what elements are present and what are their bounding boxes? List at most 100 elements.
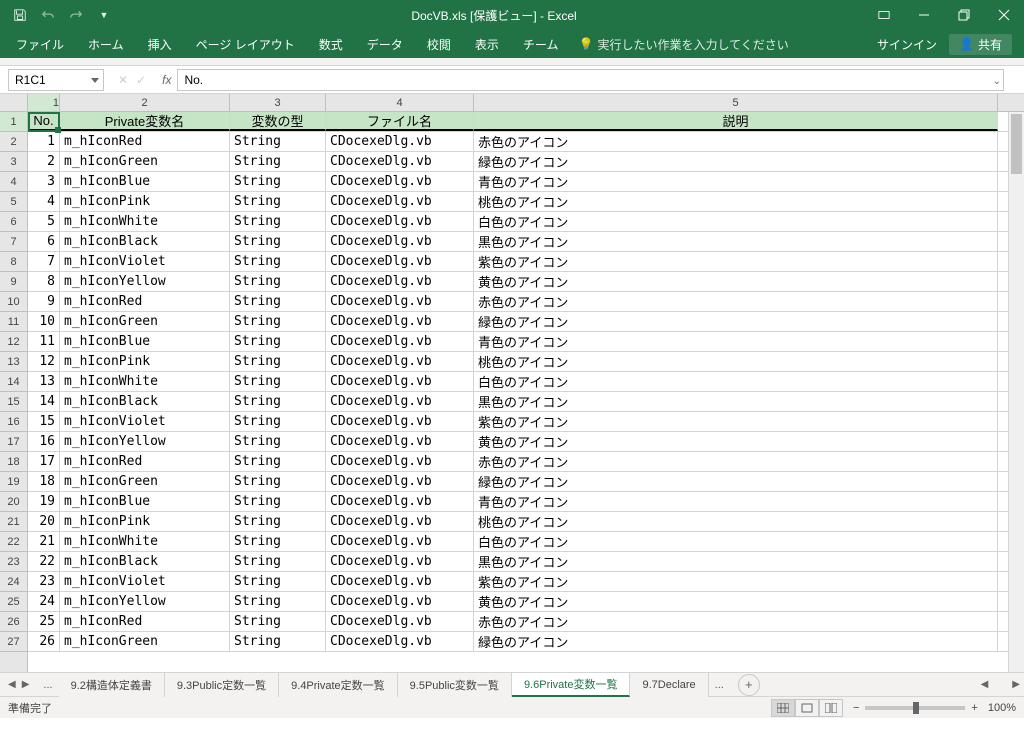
cell[interactable]: m_hIconBlue	[60, 332, 230, 351]
row-header-6[interactable]: 6	[0, 212, 27, 232]
expand-formula-icon[interactable]: ⌄	[993, 76, 1001, 87]
row-header-26[interactable]: 26	[0, 612, 27, 632]
cell[interactable]: 20	[28, 512, 60, 531]
fx-icon[interactable]: fx	[156, 73, 177, 87]
cell[interactable]: 22	[28, 552, 60, 571]
tab-file[interactable]: ファイル	[4, 30, 76, 58]
row-header-15[interactable]: 15	[0, 392, 27, 412]
cell[interactable]: 25	[28, 612, 60, 631]
cell[interactable]: 23	[28, 572, 60, 591]
row-header-5[interactable]: 5	[0, 192, 27, 212]
tell-me-search[interactable]: 💡 実行したい作業を入力してください	[578, 36, 788, 53]
tab-team[interactable]: チーム	[511, 30, 571, 58]
cell[interactable]: 黄色のアイコン	[474, 592, 998, 611]
page-layout-view-icon[interactable]	[795, 699, 819, 717]
cell[interactable]: 11	[28, 332, 60, 351]
tab-review[interactable]: 校閲	[415, 30, 463, 58]
row-header-3[interactable]: 3	[0, 152, 27, 172]
cell[interactable]: m_hIconBlue	[60, 492, 230, 511]
cell[interactable]: 4	[28, 192, 60, 211]
col-header-4[interactable]: 4	[326, 94, 474, 111]
col-header-2[interactable]: 2	[60, 94, 230, 111]
row-header-24[interactable]: 24	[0, 572, 27, 592]
cell[interactable]: CDocexeDlg.vb	[326, 312, 474, 331]
close-icon[interactable]	[984, 0, 1024, 30]
sheets-hidden-right[interactable]: ...	[709, 679, 730, 691]
cell[interactable]: String	[230, 552, 326, 571]
restore-icon[interactable]	[944, 0, 984, 30]
cell[interactable]: 黒色のアイコン	[474, 392, 998, 411]
cell[interactable]: String	[230, 572, 326, 591]
row-header-9[interactable]: 9	[0, 272, 27, 292]
cell[interactable]: 13	[28, 372, 60, 391]
row-header-14[interactable]: 14	[0, 372, 27, 392]
zoom-out-icon[interactable]: −	[853, 702, 859, 714]
name-box[interactable]: R1C1	[8, 69, 104, 91]
header-cell[interactable]: ファイル名	[326, 112, 474, 131]
nav-prev-icon[interactable]: ◀	[8, 679, 16, 690]
cell[interactable]: CDocexeDlg.vb	[326, 412, 474, 431]
cell[interactable]: m_hIconRed	[60, 612, 230, 631]
tab-insert[interactable]: 挿入	[136, 30, 184, 58]
cell[interactable]: m_hIconBlack	[60, 552, 230, 571]
cell[interactable]: m_hIconPink	[60, 512, 230, 531]
signin-link[interactable]: サインイン	[877, 36, 937, 53]
zoom-level[interactable]: 100%	[988, 702, 1016, 714]
row-header-11[interactable]: 11	[0, 312, 27, 332]
cell[interactable]: 26	[28, 632, 60, 651]
cell[interactable]: 7	[28, 252, 60, 271]
cell[interactable]: CDocexeDlg.vb	[326, 612, 474, 631]
cell[interactable]: CDocexeDlg.vb	[326, 392, 474, 411]
sheet-tab[interactable]: 9.6Private変数一覧	[512, 673, 631, 697]
row-header-4[interactable]: 4	[0, 172, 27, 192]
share-button[interactable]: 👤 共有	[949, 34, 1012, 55]
cell[interactable]: CDocexeDlg.vb	[326, 512, 474, 531]
cell[interactable]: 21	[28, 532, 60, 551]
cell[interactable]: 紫色のアイコン	[474, 252, 998, 271]
cell[interactable]: 14	[28, 392, 60, 411]
cell[interactable]: CDocexeDlg.vb	[326, 632, 474, 651]
cell[interactable]: 15	[28, 412, 60, 431]
cell[interactable]: 16	[28, 432, 60, 451]
cell[interactable]: 緑色のアイコン	[474, 312, 998, 331]
cell[interactable]: 黄色のアイコン	[474, 272, 998, 291]
row-header-7[interactable]: 7	[0, 232, 27, 252]
cell[interactable]: String	[230, 492, 326, 511]
cell[interactable]: String	[230, 232, 326, 251]
row-header-25[interactable]: 25	[0, 592, 27, 612]
cell[interactable]: CDocexeDlg.vb	[326, 372, 474, 391]
cell[interactable]: CDocexeDlg.vb	[326, 172, 474, 191]
add-sheet-button[interactable]: +	[738, 674, 760, 696]
header-cell[interactable]: No.	[28, 112, 60, 131]
cell[interactable]: 赤色のアイコン	[474, 132, 998, 151]
cell[interactable]: m_hIconViolet	[60, 572, 230, 591]
cell[interactable]: String	[230, 412, 326, 431]
cell[interactable]: CDocexeDlg.vb	[326, 152, 474, 171]
col-header-5[interactable]: 5	[474, 94, 998, 111]
cell[interactable]: m_hIconBlue	[60, 172, 230, 191]
cell[interactable]: String	[230, 212, 326, 231]
cell[interactable]: CDocexeDlg.vb	[326, 572, 474, 591]
cell[interactable]: 2	[28, 152, 60, 171]
cell[interactable]: String	[230, 252, 326, 271]
cell[interactable]: m_hIconBlack	[60, 232, 230, 251]
sheet-tab[interactable]: 9.2構造体定義書	[59, 673, 165, 697]
cell[interactable]: 緑色のアイコン	[474, 472, 998, 491]
cell[interactable]: m_hIconRed	[60, 452, 230, 471]
cell[interactable]: 黄色のアイコン	[474, 432, 998, 451]
cell[interactable]: 3	[28, 172, 60, 191]
cell[interactable]: String	[230, 432, 326, 451]
cell[interactable]: String	[230, 172, 326, 191]
row-header-12[interactable]: 12	[0, 332, 27, 352]
cell[interactable]: m_hIconGreen	[60, 312, 230, 331]
cell[interactable]: m_hIconWhite	[60, 212, 230, 231]
cell[interactable]: m_hIconPink	[60, 192, 230, 211]
cell[interactable]: CDocexeDlg.vb	[326, 252, 474, 271]
row-header-16[interactable]: 16	[0, 412, 27, 432]
cell[interactable]: String	[230, 292, 326, 311]
row-header-21[interactable]: 21	[0, 512, 27, 532]
cell[interactable]: CDocexeDlg.vb	[326, 432, 474, 451]
nav-next-icon[interactable]: ▶	[22, 679, 30, 690]
cell[interactable]: CDocexeDlg.vb	[326, 492, 474, 511]
cell[interactable]: String	[230, 532, 326, 551]
